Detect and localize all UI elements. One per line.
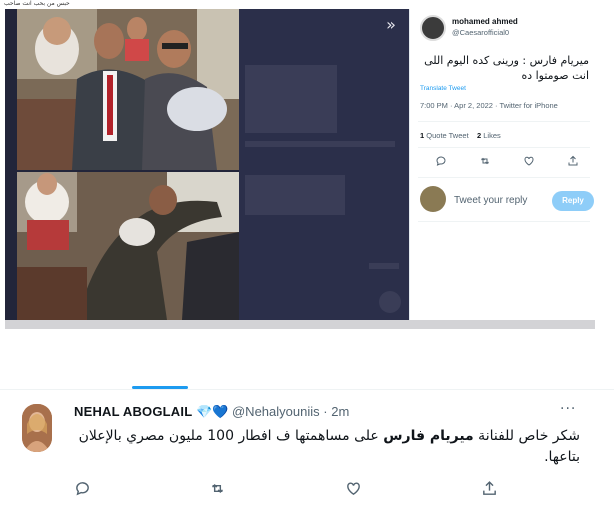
translate-link[interactable]: Translate Tweet	[420, 85, 466, 92]
tweet-detail-panel: mohamed ahmed @Caesarofficial0 ميريام فا…	[409, 9, 595, 320]
share-icon[interactable]	[566, 155, 580, 169]
divider	[418, 221, 590, 222]
author-handle[interactable]: @Nehalyouniis	[232, 404, 320, 419]
tweet-meta: 7:00 PM · Apr 2, 2022 · Twitter for iPho…	[420, 101, 558, 110]
reply-input[interactable]: Tweet your reply	[454, 195, 527, 206]
movie-still-top-image	[17, 9, 239, 170]
dimmed-text-line	[245, 141, 395, 147]
divider	[418, 121, 590, 122]
dimmed-text-block	[245, 175, 345, 215]
tweet-header: NEHAL ABOGLAIL 💎💙 @Nehalyouniis · 2m	[74, 404, 349, 420]
reply-icon[interactable]	[434, 155, 448, 169]
like-icon[interactable]	[343, 480, 363, 498]
movie-still-bottom-image	[17, 172, 239, 320]
divider	[418, 147, 590, 148]
retweet-icon[interactable]	[207, 480, 227, 498]
dimmed-image-block	[245, 65, 337, 133]
avatar[interactable]	[420, 15, 446, 41]
reply-icon[interactable]	[72, 480, 92, 498]
separator-dot: ·	[323, 404, 328, 419]
dimmed-background-page	[239, 9, 409, 320]
quote-count[interactable]: 1	[420, 131, 424, 140]
tweet[interactable]: NEHAL ABOGLAIL 💎💙 @Nehalyouniis · 2m ···…	[0, 390, 614, 506]
bottom-bar	[5, 320, 595, 329]
screenshot-media-viewer: » mohamed ahmed @Caesarofficial0 ميريام …	[5, 9, 595, 329]
collapse-icon[interactable]: »	[377, 15, 405, 39]
tweet-text: شكر خاص للفنانة ميريام فارس على مساهمتها…	[70, 426, 580, 468]
tweet-time[interactable]: 2m	[331, 404, 349, 419]
likes-label[interactable]: Likes	[483, 131, 501, 140]
share-icon[interactable]	[479, 480, 499, 498]
top-caption-text: حبس من بحب انت صاحب	[4, 0, 70, 7]
movie-still-top-drawing	[17, 9, 239, 170]
author-name[interactable]: NEHAL ABOGLAIL	[74, 404, 192, 419]
retweet-icon[interactable]	[478, 155, 492, 169]
dimmed-heading	[369, 263, 399, 269]
tweet-text-part: شكر خاص للفنانة	[473, 428, 580, 444]
like-icon[interactable]	[522, 155, 536, 169]
reply-button[interactable]: Reply	[552, 191, 594, 211]
quote-label[interactable]: Quote Tweet	[426, 131, 468, 140]
more-options-icon[interactable]: ···	[560, 401, 576, 417]
likes-count[interactable]: 2	[477, 131, 481, 140]
author-name[interactable]: mohamed ahmed	[452, 17, 518, 26]
tweet-text: ميريام فارس : ورينى كده اليوم اللى انت ص…	[424, 54, 589, 82]
tweet-actions	[428, 155, 588, 169]
movie-still-bottom-drawing	[17, 172, 239, 320]
avatar[interactable]	[22, 404, 52, 452]
verified-badges: 💎💙	[195, 404, 229, 419]
author-handle[interactable]: @Caesarofficial0	[452, 28, 509, 37]
tweet-text-bold: ميريام فارس	[383, 428, 474, 444]
divider	[418, 177, 590, 178]
avatar	[420, 186, 446, 212]
tweet-stats: 1 Quote Tweet 2 Likes	[420, 131, 501, 140]
dimmed-avatar	[379, 291, 401, 313]
